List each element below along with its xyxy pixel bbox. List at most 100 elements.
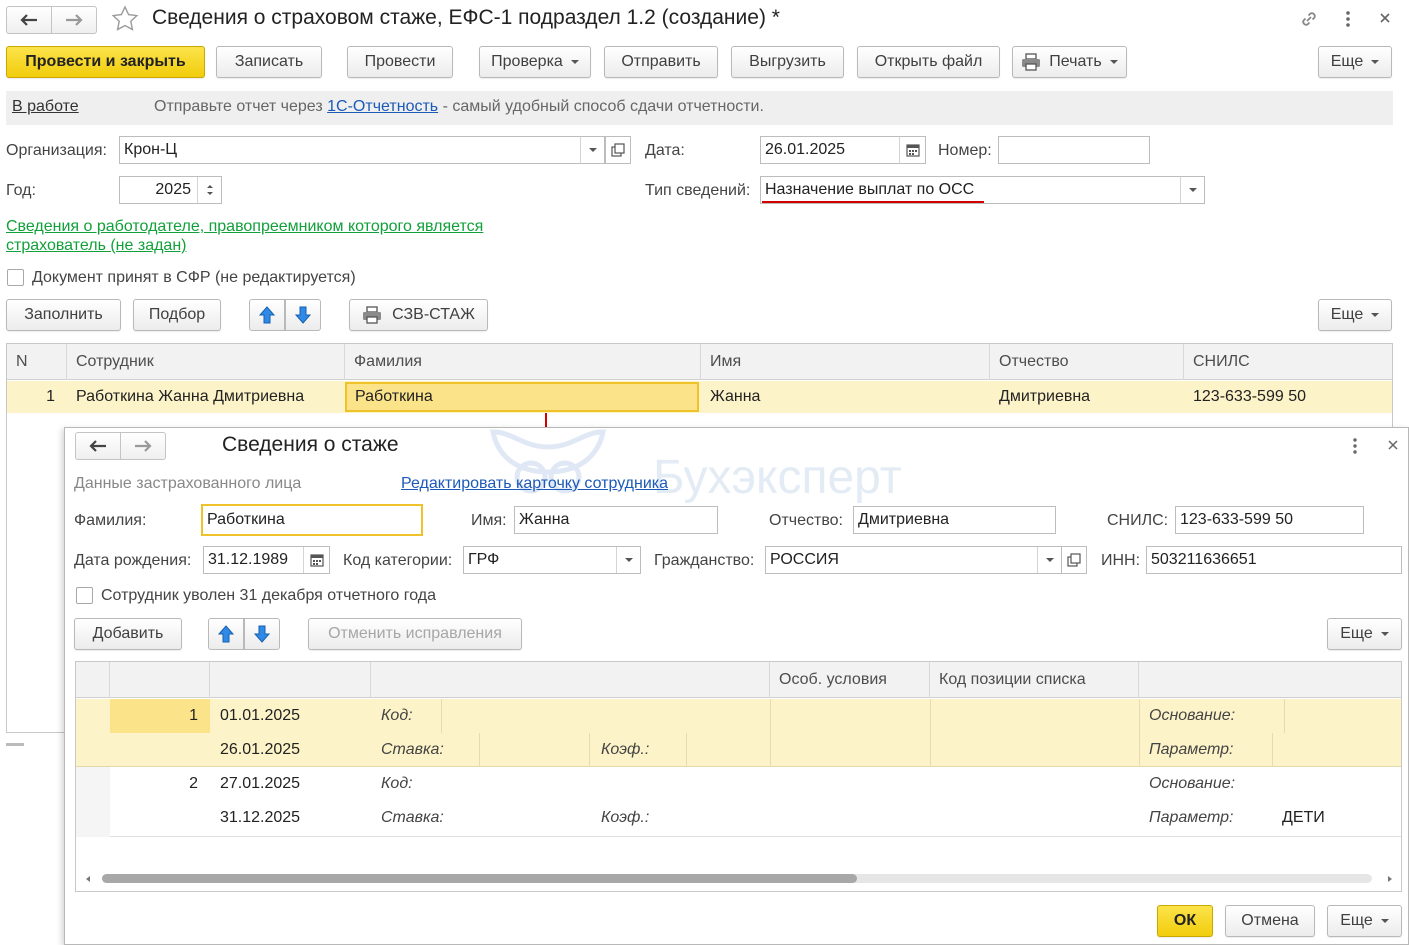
arrow-right-icon (135, 440, 152, 452)
dialog-move-down-button[interactable] (244, 618, 280, 650)
number-field[interactable] (998, 136, 1150, 164)
number-label: Номер: (938, 142, 992, 159)
category-field[interactable]: ГРФ (463, 546, 641, 574)
org-field[interactable]: Крон-Ц (119, 136, 605, 164)
post-button[interactable]: Провести (347, 46, 453, 78)
move-down-button[interactable] (285, 299, 321, 331)
arrow-left-icon (20, 14, 37, 26)
calendar-button[interactable] (899, 137, 925, 163)
status-link[interactable]: В работе (12, 98, 79, 116)
dialog-more-button[interactable]: Еще (1327, 618, 1402, 650)
table-row[interactable]: 2 27.01.2025 31.12.2025 Код: Ставка: Коэ… (76, 767, 1401, 837)
citizenship-label: Гражданство: (654, 552, 755, 569)
coef-label: Коэф.: (601, 809, 650, 826)
col-header-employee[interactable]: Сотрудник (67, 344, 345, 380)
cell-surname[interactable]: Работкина (345, 382, 699, 412)
more-label: Еще (1330, 53, 1364, 70)
send-button[interactable]: Отправить (604, 46, 718, 78)
dialog-forward-button[interactable] (120, 432, 166, 460)
type-field[interactable]: Назначение выплат по ОСС (760, 176, 1205, 204)
link-icon[interactable] (1298, 8, 1320, 35)
horizontal-scrollbar[interactable] (102, 874, 1372, 883)
table-row[interactable]: 1 01.01.2025 26.01.2025 Код: Ставка: Коэ… (76, 699, 1401, 767)
fill-button[interactable]: Заполнить (6, 299, 121, 331)
more-button[interactable]: Еще (1318, 46, 1392, 78)
export-button[interactable]: Выгрузить (731, 46, 844, 78)
birth-field[interactable]: 31.12.1989 (203, 546, 330, 574)
inn-field[interactable]: 503211636651 (1146, 546, 1402, 574)
favorite-star-icon[interactable] (110, 4, 140, 39)
post-and-close-button[interactable]: Провести и закрыть (6, 46, 205, 78)
arrow-up-icon (259, 306, 275, 324)
watermark-logo-icon (489, 429, 607, 494)
dialog-close-icon[interactable] (1387, 438, 1399, 456)
cancel-fix-button[interactable]: Отменить исправления (308, 618, 522, 650)
reporting-link[interactable]: 1С-Отчетность (327, 98, 438, 115)
type-label: Тип сведений: (645, 182, 751, 199)
save-button[interactable]: Записать (216, 46, 322, 78)
year-value: 2025 (155, 181, 191, 198)
cell-snils: 123-633-599 50 (1193, 388, 1306, 405)
nav-back-button[interactable] (6, 6, 52, 34)
col-header-snils[interactable]: СНИЛС (1184, 344, 1392, 380)
year-field[interactable]: 2025 (119, 176, 222, 204)
snils-field[interactable]: 123-633-599 50 (1175, 506, 1364, 534)
rate-label: Ставка: (381, 809, 444, 826)
dialog-back-button[interactable] (75, 432, 121, 460)
section-label: Данные застрахованного лица (74, 475, 302, 492)
citizenship-dropdown-button[interactable] (1037, 547, 1061, 573)
date-field[interactable]: 26.01.2025 (760, 136, 926, 164)
col-header-name[interactable]: Имя (701, 344, 990, 380)
dialog-kebab-icon[interactable] (1352, 437, 1358, 460)
close-icon[interactable] (1378, 11, 1392, 30)
category-dropdown-button[interactable] (616, 547, 640, 573)
employer-link-line2[interactable]: страхователь (не задан) (6, 237, 186, 255)
cancel-button[interactable]: Отмена (1225, 905, 1315, 937)
type-dropdown-button[interactable] (1180, 177, 1204, 203)
employer-link-line1[interactable]: Сведения о работодателе, правопреемником… (6, 218, 483, 236)
org-open-button[interactable] (605, 136, 631, 164)
birth-calendar-button[interactable] (303, 547, 329, 573)
printer-icon (1022, 53, 1041, 71)
name-field[interactable]: Жанна (514, 506, 718, 534)
col-header-special[interactable]: Особ. условия (770, 662, 930, 698)
accepted-checkbox[interactable] (7, 269, 24, 286)
citizenship-field[interactable]: РОССИЯ (765, 546, 1062, 574)
table-row[interactable]: 1 Работкина Жанна Дмитриевна Работкина Ж… (7, 381, 1392, 413)
select-button[interactable]: Подбор (133, 299, 221, 331)
scroll-right-icon[interactable] (1388, 876, 1392, 882)
patronymic-field[interactable]: Дмитриевна (853, 506, 1056, 534)
print-dropdown-button[interactable]: Печать (1012, 46, 1127, 78)
open-file-button[interactable]: Открыть файл (857, 46, 1000, 78)
footer-more-button[interactable]: Еще (1327, 905, 1402, 937)
scrollbar-thumb[interactable] (102, 874, 857, 883)
col-header-position-code[interactable]: Код позиции списка (930, 662, 1139, 698)
szv-stazh-button[interactable]: СЗВ-СТАЖ (349, 299, 488, 331)
citizenship-open-button[interactable] (1061, 546, 1087, 574)
add-button[interactable]: Добавить (74, 618, 182, 650)
cell-patronymic: Дмитриевна (999, 388, 1091, 405)
col-header-patronymic[interactable]: Отчество (990, 344, 1184, 380)
check-dropdown-button[interactable]: Проверка (479, 46, 591, 78)
kebab-menu-icon[interactable] (1345, 9, 1353, 29)
surname-field[interactable]: Работкина (201, 504, 423, 536)
edit-card-link[interactable]: Редактировать карточку сотрудника (401, 475, 668, 493)
col-header-surname[interactable]: Фамилия (345, 344, 701, 380)
calendar-icon (905, 144, 920, 157)
move-up-button[interactable] (249, 299, 285, 331)
cell-start-date: 01.01.2025 (220, 707, 301, 724)
rate-label: Ставка: (381, 741, 444, 758)
scroll-left-icon[interactable] (86, 876, 90, 882)
watermark-text: Бухэксперт (653, 451, 902, 504)
col-header-n[interactable]: N (7, 344, 67, 380)
table-more-button[interactable]: Еще (1318, 299, 1392, 331)
dialog-move-up-button[interactable] (208, 618, 244, 650)
basis-label: Основание: (1149, 775, 1236, 792)
window-title: Сведения о страховом стаже, ЕФС-1 подраз… (152, 6, 780, 29)
year-stepper[interactable] (197, 177, 221, 203)
caret-down-icon (570, 60, 579, 64)
dismissed-checkbox[interactable] (76, 587, 93, 604)
ok-button[interactable]: ОК (1157, 905, 1213, 937)
org-dropdown-button[interactable] (580, 137, 604, 163)
nav-forward-button[interactable] (51, 6, 97, 34)
